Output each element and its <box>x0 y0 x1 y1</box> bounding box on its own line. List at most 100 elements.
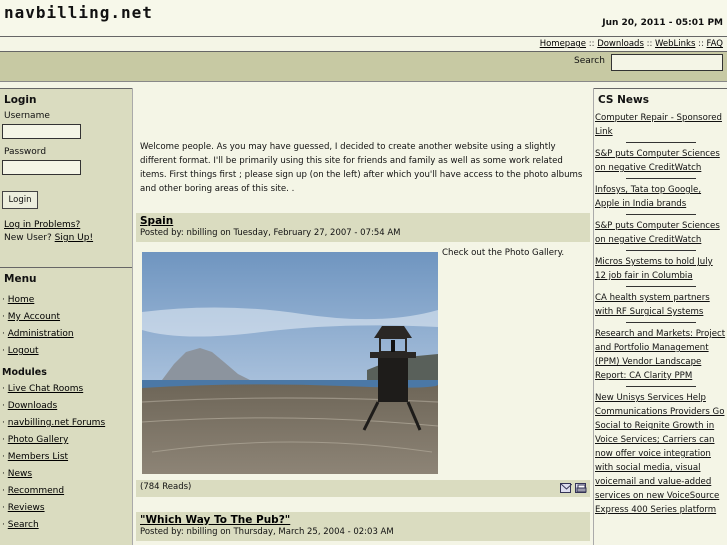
bullet: · <box>2 435 5 445</box>
signup-link[interactable]: Sign Up! <box>55 233 93 243</box>
nav-downloads[interactable]: Downloads <box>597 39 644 49</box>
story-header: "Which Way To The Pub?" Posted by: nbill… <box>136 512 590 541</box>
username-input[interactable] <box>2 124 81 139</box>
printer-glyph <box>576 484 587 493</box>
date-time: Jun 20, 2011 - 05:01 PM <box>602 18 723 28</box>
story-photo[interactable] <box>142 252 438 474</box>
left-sidebar: Login Username Password Login Log in Pro… <box>0 88 133 545</box>
module-news[interactable]: · News <box>2 466 130 483</box>
news-item[interactable]: CA health system partners with RF Surgic… <box>595 291 726 319</box>
read-count: (784 Reads) <box>140 482 192 492</box>
bullet: · <box>2 401 5 411</box>
menu-item-label[interactable]: My Account <box>8 312 60 322</box>
menu-item-label[interactable]: Home <box>8 295 35 305</box>
module-label[interactable]: News <box>8 469 32 479</box>
beach-photo <box>142 252 438 474</box>
search-input[interactable] <box>611 54 723 71</box>
news-item[interactable]: S&P puts Computer Sciences on negative C… <box>595 219 726 247</box>
cs-news-list: Computer Repair - Sponsored Link S&P put… <box>594 109 727 517</box>
module-search[interactable]: · Search <box>2 517 130 534</box>
bullet: · <box>2 503 5 513</box>
search-bar: Search <box>0 52 727 82</box>
bullet: · <box>2 295 5 305</box>
top-navigation: Homepage :: Downloads :: WebLinks :: FAQ <box>0 36 727 52</box>
login-button[interactable]: Login <box>2 191 38 209</box>
password-input[interactable] <box>2 160 81 175</box>
bullet: · <box>2 346 5 356</box>
menu-item-label[interactable]: Administration <box>8 329 74 339</box>
username-label: Username <box>4 111 50 121</box>
story-title[interactable]: "Which Way To The Pub?" <box>140 514 586 526</box>
photo-caption: Check out the Photo Gallery. <box>442 248 565 258</box>
login-links: Log in Problems? New User? Sign Up! <box>0 213 132 245</box>
module-forums[interactable]: · navbilling.net Forums <box>2 415 130 432</box>
email-icon[interactable] <box>560 483 573 493</box>
print-icon[interactable] <box>575 483 587 493</box>
module-reviews[interactable]: · Reviews <box>2 500 130 517</box>
login-title: Login <box>0 88 132 109</box>
news-item[interactable]: S&P puts Computer Sciences on negative C… <box>595 147 726 175</box>
module-photo-gallery[interactable]: · Photo Gallery <box>2 432 130 449</box>
bullet: · <box>2 469 5 479</box>
module-live-chat[interactable]: · Live Chat Rooms <box>2 381 130 398</box>
divider <box>625 178 696 179</box>
divider <box>625 214 696 215</box>
menu-item-administration[interactable]: · Administration <box>2 326 130 343</box>
story-meta: Posted by: nbilling on Tuesday, February… <box>140 228 401 238</box>
module-label[interactable]: Recommend <box>8 486 64 496</box>
menu-list: · Home · My Account · Administration · L… <box>0 288 132 534</box>
password-label: Password <box>4 147 47 157</box>
site-logo[interactable]: navbilling.net <box>4 3 153 22</box>
story-title[interactable]: Spain <box>140 215 586 227</box>
new-user-line: New User? Sign Up! <box>4 232 128 245</box>
story-footer: (784 Reads) <box>136 480 590 497</box>
nav-separator: :: <box>646 39 653 49</box>
module-label[interactable]: Members List <box>8 452 68 462</box>
menu-item-home[interactable]: · Home <box>2 292 130 309</box>
nav-separator: :: <box>588 39 595 49</box>
divider <box>625 286 696 287</box>
new-user-label: New User? <box>4 233 52 243</box>
story-header: Spain Posted by: nbilling on Tuesday, Fe… <box>136 213 590 242</box>
menu-item-logout[interactable]: · Logout <box>2 343 130 360</box>
divider <box>625 142 696 143</box>
news-item[interactable]: Research and Markets: Project and Portfo… <box>595 327 726 383</box>
bullet: · <box>2 312 5 322</box>
menu-title: Menu <box>0 267 132 288</box>
bullet: · <box>2 329 5 339</box>
story-meta: Posted by: nbilling on Thursday, March 2… <box>140 527 394 537</box>
bullet: · <box>2 486 5 496</box>
nav-homepage[interactable]: Homepage <box>540 39 586 49</box>
search-label: Search <box>574 56 605 66</box>
modules-title: Modules <box>2 367 47 378</box>
module-recommend[interactable]: · Recommend <box>2 483 130 500</box>
news-item[interactable]: Infosys, Tata top Google, Apple in India… <box>595 183 726 211</box>
menu-item-my-account[interactable]: · My Account <box>2 309 130 326</box>
module-label[interactable]: navbilling.net Forums <box>8 418 105 428</box>
module-label[interactable]: Reviews <box>8 503 45 513</box>
module-label[interactable]: Live Chat Rooms <box>8 384 83 394</box>
module-label[interactable]: Downloads <box>8 401 57 411</box>
cs-news-title: CS News <box>594 88 727 109</box>
module-downloads[interactable]: · Downloads <box>2 398 130 415</box>
news-item[interactable]: Computer Repair - Sponsored Link <box>595 111 726 139</box>
divider <box>625 322 696 323</box>
main-content: Welcome people. As you may have guessed,… <box>134 88 592 545</box>
bullet: · <box>2 384 5 394</box>
site-header: navbilling.net Jun 20, 2011 - 05:01 PM <box>0 0 727 36</box>
module-label[interactable]: Photo Gallery <box>8 435 69 445</box>
envelope-glyph <box>560 483 573 490</box>
module-members-list[interactable]: · Members List <box>2 449 130 466</box>
bullet: · <box>2 520 5 530</box>
nav-faq[interactable]: FAQ <box>707 39 723 49</box>
menu-item-label[interactable]: Logout <box>8 346 39 356</box>
news-item[interactable]: New Unisys Services Help Communications … <box>595 391 726 517</box>
news-item[interactable]: Micros Systems to hold July 12 job fair … <box>595 255 726 283</box>
bullet: · <box>2 418 5 428</box>
right-sidebar: CS News Computer Repair - Sponsored Link… <box>593 88 727 545</box>
module-label[interactable]: Search <box>8 520 39 530</box>
nav-weblinks[interactable]: WebLinks <box>655 39 695 49</box>
login-problems-link[interactable]: Log in Problems? <box>4 219 128 232</box>
nav-separator: :: <box>698 39 704 49</box>
divider <box>625 386 696 387</box>
